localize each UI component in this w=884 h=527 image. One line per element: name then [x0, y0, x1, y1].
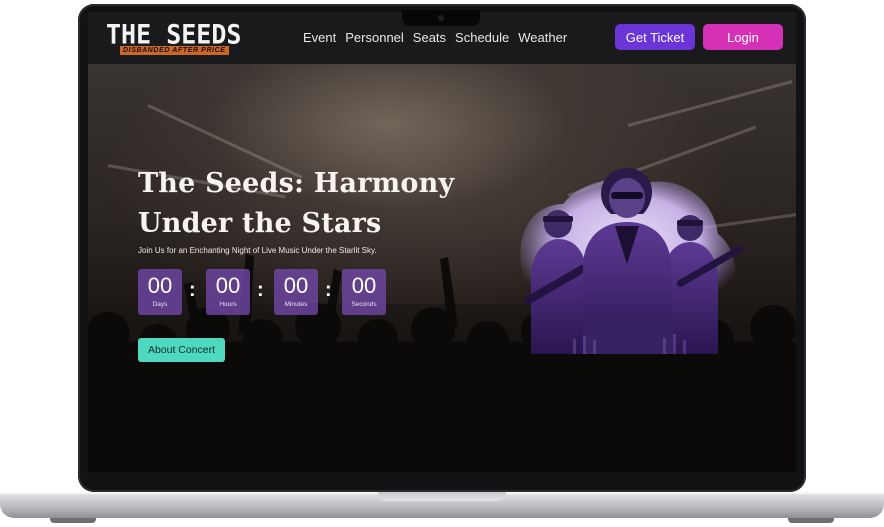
countdown-minutes-value: 00 [283, 273, 309, 298]
countdown-seconds-value: 00 [351, 273, 377, 298]
camera-notch [402, 10, 480, 26]
countdown-separator: : [257, 279, 264, 301]
countdown-seconds: 00 Seconds [342, 269, 386, 315]
nav-link-event[interactable]: Event [303, 30, 336, 45]
countdown-days: 00 Days [138, 269, 182, 315]
hero-subtitle: Join Us for an Enchanting Night of Live … [138, 246, 377, 255]
countdown-separator: : [189, 279, 196, 301]
main-nav: Event Personnel Seats Schedule Weather [303, 30, 567, 45]
site-logo[interactable]: THE SEEDS DISBANDED AFTER PRICE [106, 19, 246, 55]
hero-title-line-2: Under the Stars [138, 208, 382, 240]
nav-link-weather[interactable]: Weather [518, 30, 567, 45]
countdown-hours-value: 00 [215, 273, 241, 298]
band-members-illustration [520, 168, 743, 354]
laptop-hinge-notch [378, 492, 506, 501]
countdown-hours-label: Hours [219, 301, 237, 308]
nav-link-personnel[interactable]: Personnel [345, 30, 404, 45]
countdown-minutes: 00 Minutes [274, 269, 318, 315]
countdown-days-label: Days [152, 301, 168, 308]
countdown-minutes-label: Minutes [284, 301, 308, 308]
countdown-separator: : [325, 279, 332, 301]
hero-section: The Seeds: Harmony Under the Stars Join U… [88, 64, 796, 472]
login-button[interactable]: Login [703, 24, 783, 50]
laptop-screen: THE SEEDS DISBANDED AFTER PRICE Event Pe… [88, 12, 796, 472]
countdown-seconds-label: Seconds [351, 301, 377, 308]
camera-icon [438, 15, 444, 21]
laptop-foot-left [50, 518, 96, 523]
nav-link-seats[interactable]: Seats [413, 30, 446, 45]
laptop-foot-right [788, 518, 834, 523]
logo-tagline: DISBANDED AFTER PRICE [120, 46, 229, 55]
countdown-hours: 00 Hours [206, 269, 250, 315]
hero-title: The Seeds: Harmony Under the Stars [138, 164, 458, 244]
nav-link-schedule[interactable]: Schedule [455, 30, 509, 45]
get-ticket-button[interactable]: Get Ticket [615, 24, 695, 50]
hero-title-line-1: The Seeds: Harmony [138, 168, 455, 200]
about-concert-button[interactable]: About Concert [138, 338, 225, 362]
countdown-days-value: 00 [147, 273, 173, 298]
